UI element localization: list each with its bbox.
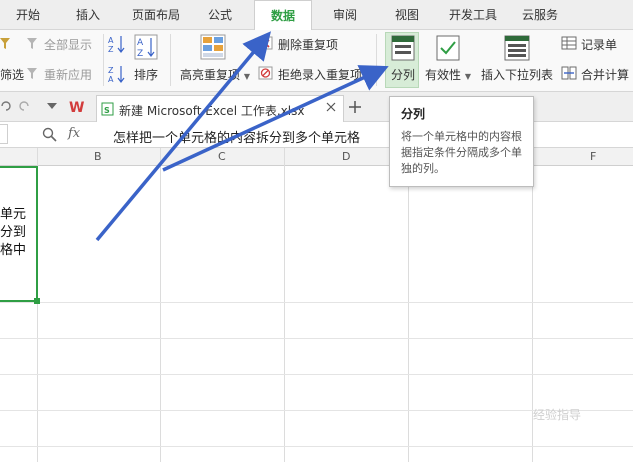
show-all-button[interactable]: 全部显示 — [44, 36, 92, 53]
document-tab[interactable]: S 新建 Microsoft Excel 工作表.xlsx — [96, 95, 344, 122]
insert-dropdown-icon[interactable] — [504, 35, 530, 61]
split-columns-icon[interactable] — [391, 35, 415, 61]
sort-icon[interactable]: A Z — [134, 34, 158, 60]
tab-insert[interactable]: 插入 — [62, 0, 114, 30]
reapply-button[interactable]: 重新应用 — [44, 66, 92, 83]
remove-duplicates-button[interactable]: 删除重复项 — [278, 36, 338, 53]
tab-formulas[interactable]: 公式 — [196, 0, 244, 30]
svg-text:A: A — [137, 38, 144, 48]
document-tab-title: 新建 Microsoft Excel 工作表.xlsx — [119, 104, 305, 118]
cell-line: 单元 — [0, 207, 27, 222]
sort-button[interactable]: 排序 — [134, 66, 158, 83]
separator — [103, 34, 104, 86]
chevron-down-icon[interactable] — [47, 103, 57, 111]
tab-review[interactable]: 审阅 — [320, 0, 370, 30]
grid-line — [160, 148, 161, 462]
validity-button[interactable]: 有效性 ▼ — [425, 66, 471, 83]
filter-button[interactable]: 筛选 — [0, 66, 24, 83]
tab-page-layout[interactable]: 页面布局 — [124, 0, 188, 30]
tab-developer[interactable]: 开发工具 — [440, 0, 506, 30]
zoom-icon[interactable] — [42, 127, 58, 143]
grid-line — [408, 148, 409, 462]
fx-icon[interactable]: fx — [68, 126, 80, 141]
svg-text:Z: Z — [108, 66, 114, 75]
reject-duplicates-button[interactable]: 拒绝录入重复项 — [278, 66, 362, 83]
tab-home[interactable]: 开始 — [2, 0, 54, 30]
tab-data[interactable]: 数据 — [254, 0, 312, 31]
tooltip-description: 将一个单元格中的内容根据指定条件分隔成多个单独的列。 — [401, 130, 522, 175]
separator — [170, 34, 171, 86]
grid-line — [0, 446, 633, 447]
grid-line — [0, 374, 633, 375]
name-box[interactable] — [0, 124, 8, 144]
spreadsheet-file-icon: S — [101, 102, 114, 116]
consolidate-button[interactable]: 合并计算 — [581, 66, 629, 83]
cell-content: 单元 分到 格中 — [0, 206, 26, 260]
undo-icon[interactable] — [0, 100, 12, 112]
reapply-icon — [27, 68, 37, 79]
column-header-b[interactable]: B — [94, 150, 102, 163]
column-header-f[interactable]: F — [590, 150, 596, 163]
formula-bar: fx 怎样把一个单元格的内容拆分到多个单元格 — [0, 122, 633, 148]
tooltip-title: 分列 — [401, 107, 426, 121]
record-sheet-button[interactable]: 记录单 — [581, 36, 617, 53]
cell-line: 分到 — [0, 225, 27, 240]
column-header-c[interactable]: C — [218, 150, 226, 163]
wps-logo-icon: W — [69, 100, 84, 115]
cell-line: 格中 — [0, 243, 27, 258]
fill-handle[interactable] — [34, 298, 40, 304]
validity-icon[interactable] — [436, 35, 460, 61]
chevron-down-icon: ▼ — [464, 72, 471, 81]
redo-icon[interactable] — [18, 100, 30, 112]
formula-input[interactable]: 怎样把一个单元格的内容拆分到多个单元格 — [113, 127, 360, 146]
sort-desc-icon[interactable]: Z A — [108, 64, 126, 84]
svg-text:Z: Z — [108, 45, 114, 54]
reject-duplicates-icon — [258, 66, 273, 80]
grid-line — [284, 148, 285, 462]
remove-duplicates-icon — [258, 36, 273, 50]
chevron-down-icon: ▼ — [243, 72, 250, 81]
column-header-d[interactable]: D — [342, 150, 350, 163]
grid-line — [0, 302, 633, 303]
svg-text:Z: Z — [137, 49, 143, 59]
grid-line — [0, 338, 633, 339]
insert-dropdown-button[interactable]: 插入下拉列表 — [481, 66, 553, 83]
highlight-duplicates-label: 高亮重复项 — [180, 68, 241, 82]
highlight-duplicates-button[interactable]: 高亮重复项 ▼ — [180, 66, 250, 83]
ribbon: 筛选 全部显示 重新应用 A Z A Z Z A 排序 高亮重复项 ▼ 删除重复… — [0, 30, 633, 92]
filter-icon — [0, 38, 10, 49]
new-tab-icon[interactable] — [348, 100, 362, 114]
tab-view[interactable]: 视图 — [384, 0, 430, 30]
sort-asc-icon[interactable]: A Z — [108, 34, 126, 54]
menu-bar: 开始 插入 页面布局 公式 数据 审阅 视图 开发工具 云服务 — [0, 0, 633, 31]
column-header-row: B C D F — [0, 148, 633, 166]
record-sheet-icon — [561, 36, 577, 50]
svg-text:S: S — [104, 106, 110, 115]
watermark: 经验指导 — [533, 408, 582, 422]
highlight-duplicates-icon[interactable] — [200, 34, 226, 60]
close-icon[interactable] — [326, 102, 336, 112]
consolidate-icon — [561, 66, 577, 80]
split-tooltip: 分列 将一个单元格中的内容根据指定条件分隔成多个单独的列。 — [389, 96, 534, 187]
svg-text:A: A — [108, 36, 114, 45]
svg-text:W: W — [69, 100, 84, 115]
tab-cloud[interactable]: 云服务 — [512, 0, 568, 30]
document-tab-bar: W S 新建 Microsoft Excel 工作表.xlsx — [0, 92, 633, 122]
svg-text:A: A — [108, 75, 114, 84]
split-button[interactable]: 分列 — [391, 66, 415, 83]
validity-label: 有效性 — [425, 68, 462, 82]
show-all-icon — [27, 38, 37, 49]
separator — [376, 34, 377, 86]
